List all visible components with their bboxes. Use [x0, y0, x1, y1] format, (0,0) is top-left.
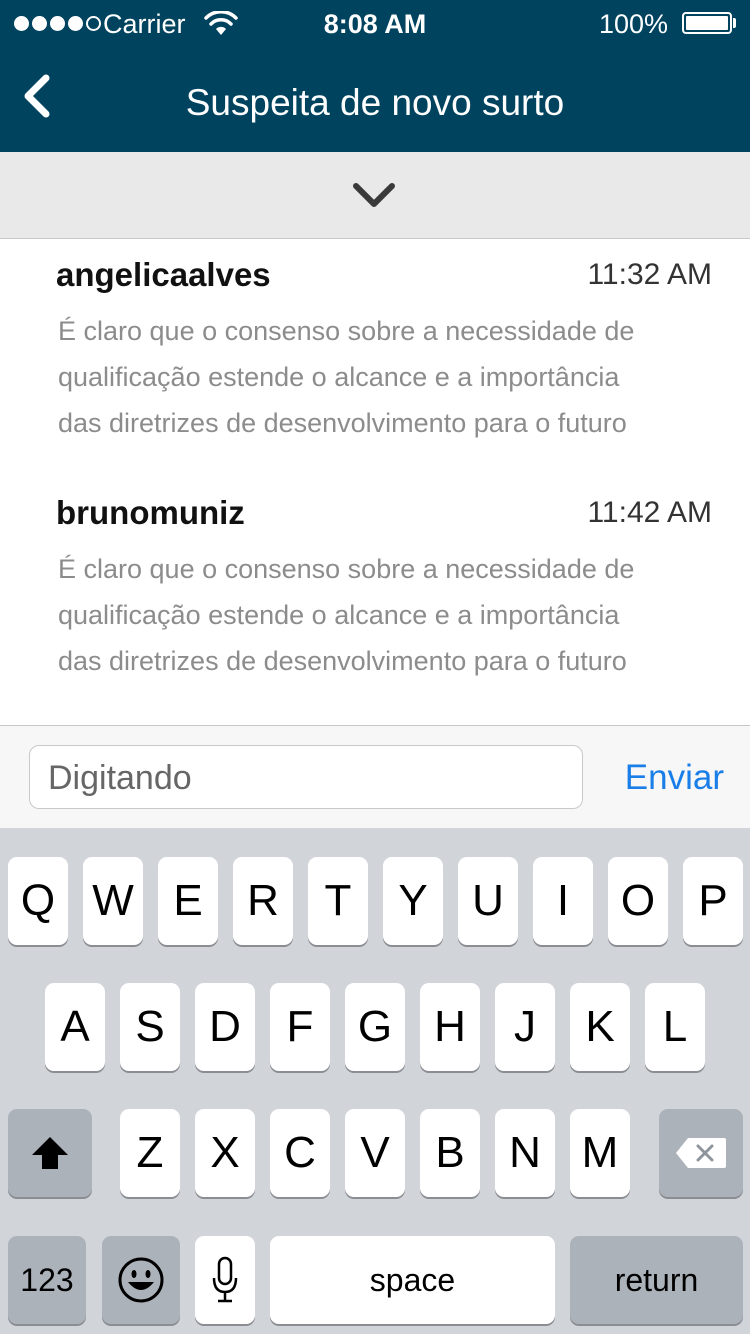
key-m[interactable]: M: [570, 1109, 630, 1197]
status-bar: Carrier 8:08 AM 100%: [0, 0, 750, 48]
key-b[interactable]: B: [420, 1109, 480, 1197]
chevron-down-icon: [350, 180, 398, 215]
key-e[interactable]: E: [158, 857, 218, 945]
dictation-key[interactable]: [195, 1236, 255, 1324]
key-t[interactable]: T: [308, 857, 368, 945]
shift-arrow-icon: [32, 1137, 68, 1169]
message-composer: Digitando Enviar: [0, 725, 750, 829]
navigation-header: Carrier 8:08 AM 100% Suspeita de novo su…: [0, 0, 750, 152]
key-j[interactable]: J: [495, 983, 555, 1071]
numbers-key[interactable]: 123: [8, 1236, 86, 1324]
space-key[interactable]: space: [270, 1236, 555, 1324]
message-item: angelicaalves 11:32 AM É claro que o con…: [0, 256, 750, 456]
message-username: brunomuniz: [56, 494, 245, 531]
collapse-toggle[interactable]: [0, 152, 750, 239]
key-l[interactable]: L: [645, 983, 705, 1071]
key-i[interactable]: I: [533, 857, 593, 945]
key-q[interactable]: Q: [8, 857, 68, 945]
battery-percentage: 100%: [598, 9, 668, 39]
backspace-icon: [676, 1138, 726, 1168]
key-r[interactable]: R: [233, 857, 293, 945]
key-f[interactable]: F: [270, 983, 330, 1071]
key-n[interactable]: N: [495, 1109, 555, 1197]
key-g[interactable]: G: [345, 983, 405, 1071]
key-u[interactable]: U: [458, 857, 518, 945]
message-text: É claro que o consenso sobre a necessida…: [58, 554, 635, 676]
microphone-icon: [212, 1256, 238, 1303]
battery-tip: [733, 18, 736, 28]
message-timestamp: 11:32 AM: [587, 258, 712, 291]
shift-key[interactable]: [8, 1109, 92, 1197]
key-c[interactable]: C: [270, 1109, 330, 1197]
message-username: angelicaalves: [56, 256, 271, 293]
key-v[interactable]: V: [345, 1109, 405, 1197]
key-z[interactable]: Z: [120, 1109, 180, 1197]
message-input[interactable]: Digitando: [29, 745, 583, 809]
message-item: brunomuniz 11:42 AM É claro que o consen…: [0, 494, 750, 694]
key-h[interactable]: H: [420, 983, 480, 1071]
emoji-key[interactable]: [102, 1236, 180, 1324]
key-d[interactable]: D: [195, 983, 255, 1071]
message-input-placeholder: Digitando: [48, 759, 192, 797]
emoji-icon: [118, 1257, 164, 1303]
message-text: É claro que o consenso sobre a necessida…: [58, 316, 635, 438]
key-x[interactable]: X: [195, 1109, 255, 1197]
return-key[interactable]: return: [570, 1236, 743, 1324]
page-title: Suspeita de novo surto: [185, 82, 565, 123]
key-w[interactable]: W: [83, 857, 143, 945]
send-button[interactable]: Enviar: [625, 758, 724, 798]
key-a[interactable]: A: [45, 983, 105, 1071]
battery-icon: [682, 12, 732, 34]
key-o[interactable]: O: [608, 857, 668, 945]
key-p[interactable]: P: [683, 857, 743, 945]
key-k[interactable]: K: [570, 983, 630, 1071]
key-y[interactable]: Y: [383, 857, 443, 945]
key-s[interactable]: S: [120, 983, 180, 1071]
backspace-key[interactable]: [659, 1109, 743, 1197]
keyboard: Q W E R T Y U I O P A S D F G H J K L Z …: [0, 828, 750, 1334]
message-timestamp: 11:42 AM: [587, 496, 712, 529]
